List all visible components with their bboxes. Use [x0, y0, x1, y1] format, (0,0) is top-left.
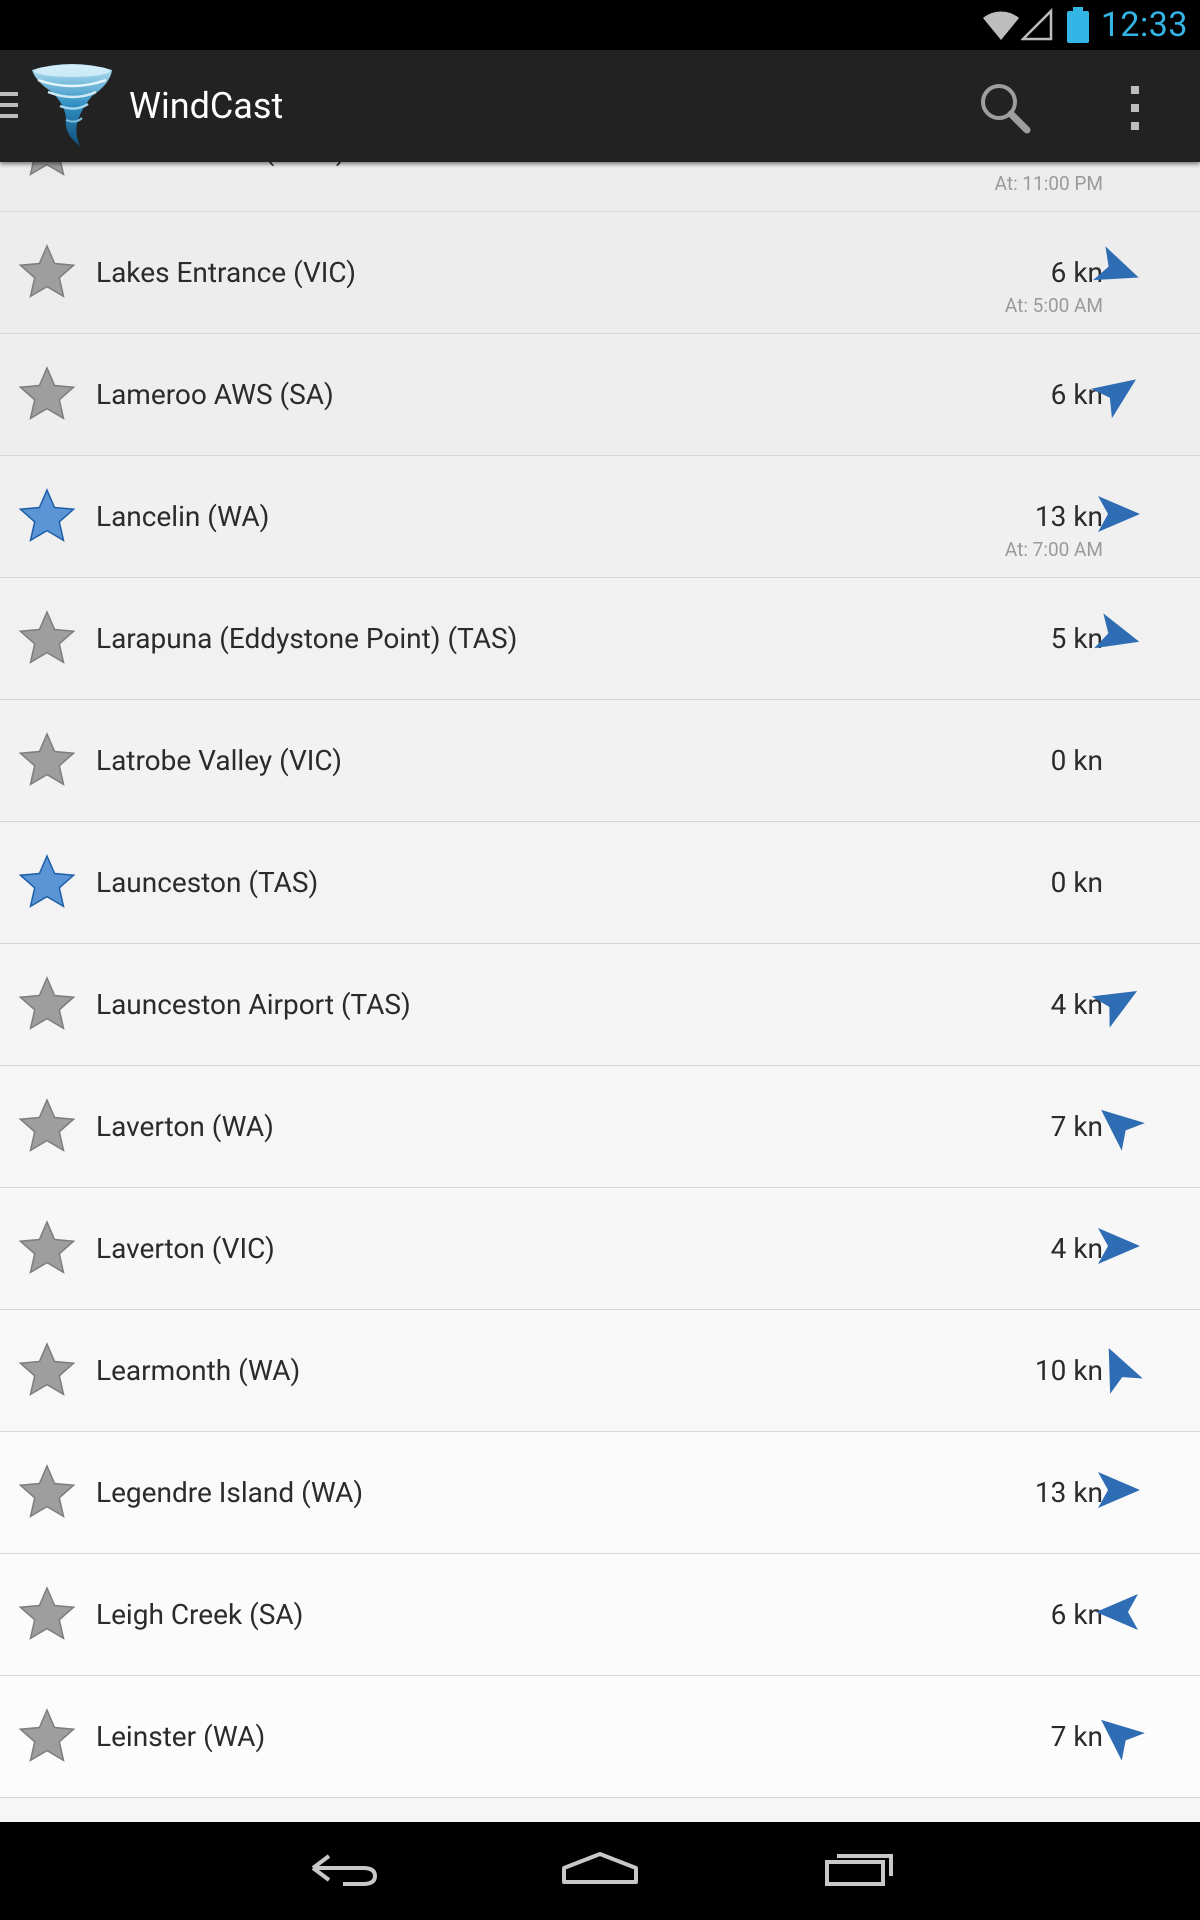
- list-item[interactable]: Larapuna (Eddystone Point) (TAS) 5 kn: [0, 578, 1200, 700]
- list-item[interactable]: Latrobe Valley (VIC) 0 kn: [0, 700, 1200, 822]
- star-icon[interactable]: [18, 365, 76, 423]
- drawer-indicator-icon[interactable]: [0, 90, 20, 120]
- station-name: Laverton (WA): [96, 1110, 274, 1143]
- station-name: Leigh Creek (SA): [96, 1598, 304, 1631]
- observation-time: At: 11:00 PM: [994, 172, 1103, 195]
- list-item[interactable]: Launceston (TAS) 0 kn: [0, 822, 1200, 944]
- station-name: Leinster (WA): [96, 1720, 266, 1753]
- wind-speed: 13 kn: [1034, 1476, 1103, 1509]
- list-item[interactable]: Legendre Island (WA) 13 kn: [0, 1432, 1200, 1554]
- star-icon[interactable]: [18, 1585, 76, 1643]
- wind-speed: 0 kn: [1050, 866, 1103, 899]
- list-item[interactable]: Lameroo AWS (SA) 6 kn: [0, 334, 1200, 456]
- star-icon[interactable]: [18, 609, 76, 667]
- station-name: Launceston (TAS): [96, 866, 319, 899]
- star-icon[interactable]: [18, 162, 76, 179]
- status-icons: 12:33: [981, 0, 1200, 50]
- back-icon[interactable]: [305, 1842, 385, 1902]
- cell-signal-icon: [1020, 8, 1053, 41]
- wifi-icon: [982, 11, 1019, 40]
- navigation-bar: [0, 1822, 1200, 1920]
- station-name: Lameroo AWS (SA): [96, 378, 334, 411]
- wind-speed: 10 kn: [1034, 1354, 1103, 1387]
- list-item[interactable]: Laverton (WA) 7 kn: [0, 1066, 1200, 1188]
- station-name: Lake Victoria (NSW): [96, 162, 346, 211]
- star-icon[interactable]: [18, 1463, 76, 1521]
- station-name: Learmonth (WA): [96, 1354, 301, 1387]
- list-item[interactable]: Learmonth (WA) 10 kn: [0, 1310, 1200, 1432]
- station-name: Launceston Airport (TAS): [96, 988, 411, 1021]
- status-bar: 12:33: [0, 0, 1200, 50]
- station-name: Larapuna (Eddystone Point) (TAS): [96, 622, 518, 655]
- list-item[interactable]: Leinster (WA) 7 kn: [0, 1676, 1200, 1798]
- station-name: Latrobe Valley (VIC): [96, 744, 342, 777]
- station-name: Lancelin (WA): [96, 500, 270, 533]
- list-item[interactable]: Leigh Creek (SA) 6 kn: [0, 1554, 1200, 1676]
- station-list[interactable]: Lake Victoria (NSW)0 knAt: 11:00 PMLakes…: [0, 162, 1200, 1822]
- battery-icon: [1066, 7, 1089, 43]
- list-item[interactable]: Lake Victoria (NSW)0 knAt: 11:00 PM: [0, 162, 1200, 212]
- home-icon[interactable]: [560, 1842, 640, 1902]
- station-name: Lakes Entrance (VIC): [96, 256, 357, 289]
- star-icon[interactable]: [18, 243, 76, 301]
- star-icon[interactable]: [18, 1219, 76, 1277]
- search-icon[interactable]: [975, 78, 1035, 138]
- overflow-menu-icon[interactable]: [1110, 78, 1160, 138]
- station-list-content: Lake Victoria (NSW)0 knAt: 11:00 PMLakes…: [0, 162, 1200, 1798]
- star-icon[interactable]: [18, 1097, 76, 1155]
- star-icon[interactable]: [18, 975, 76, 1033]
- wind-speed: 0 kn: [1050, 744, 1103, 777]
- star-icon[interactable]: [18, 487, 76, 545]
- star-icon[interactable]: [18, 1707, 76, 1765]
- action-bar: WindCast: [0, 50, 1200, 162]
- tornado-logo-icon[interactable]: [30, 62, 114, 148]
- star-icon[interactable]: [18, 1341, 76, 1399]
- app-title: WindCast: [129, 85, 284, 127]
- recent-apps-icon[interactable]: [815, 1842, 895, 1902]
- station-name: Legendre Island (WA): [96, 1476, 364, 1509]
- list-item[interactable]: Laverton (VIC) 4 kn: [0, 1188, 1200, 1310]
- station-name: Laverton (VIC): [96, 1232, 275, 1265]
- star-icon[interactable]: [18, 731, 76, 789]
- status-clock: 12:33: [1100, 5, 1188, 45]
- list-item[interactable]: Lakes Entrance (VIC) 6 kn At: 5:00 AM: [0, 212, 1200, 334]
- list-item[interactable]: Lancelin (WA) 13 kn At: 7:00 AM: [0, 456, 1200, 578]
- observation-time: At: 5:00 AM: [1004, 294, 1103, 317]
- list-item[interactable]: Launceston Airport (TAS) 4 kn: [0, 944, 1200, 1066]
- observation-time: At: 7:00 AM: [1004, 538, 1103, 561]
- star-icon[interactable]: [18, 853, 76, 911]
